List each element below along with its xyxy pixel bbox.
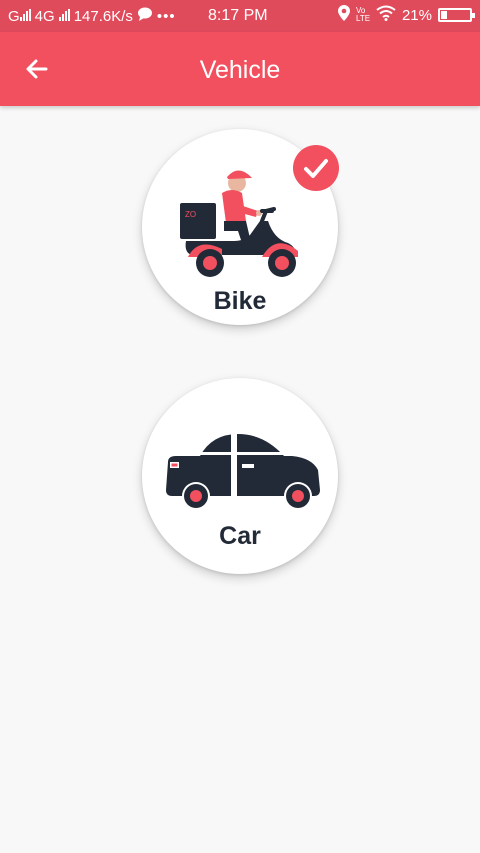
status-left-group: G 4G 147.6K/s ••• bbox=[8, 7, 176, 25]
chat-notification-icon bbox=[137, 7, 153, 25]
battery-level bbox=[441, 11, 448, 19]
vehicle-label-bike: Bike bbox=[213, 287, 267, 315]
location-icon bbox=[337, 5, 350, 25]
status-bar: G 4G 147.6K/s ••• 8:17 PM Vo LTE 21% bbox=[0, 0, 480, 32]
more-notifications-icon: ••• bbox=[156, 7, 176, 25]
volte-icon: Vo LTE bbox=[355, 6, 371, 23]
wifi-icon bbox=[376, 5, 396, 25]
battery-icon bbox=[438, 8, 475, 22]
checkmark-icon bbox=[304, 159, 328, 178]
battery-percent: 21% bbox=[401, 6, 432, 24]
vehicle-option-car[interactable]: Car bbox=[142, 378, 338, 574]
status-time: 8:17 PM bbox=[208, 7, 268, 24]
vehicle-label-car: Car bbox=[219, 522, 261, 550]
page-title: Vehicle bbox=[199, 56, 281, 84]
network-speed: 147.6K/s bbox=[73, 7, 133, 25]
car-icon bbox=[166, 434, 320, 510]
signal-icon: G bbox=[8, 8, 31, 25]
app-bar: Vehicle bbox=[0, 32, 480, 106]
svg-text:ZO: ZO bbox=[185, 210, 196, 219]
signal-icon-2 bbox=[58, 8, 70, 25]
network-type: 4G bbox=[34, 7, 55, 25]
selected-check-badge bbox=[293, 145, 339, 191]
status-right-group: Vo LTE 21% bbox=[337, 5, 475, 25]
